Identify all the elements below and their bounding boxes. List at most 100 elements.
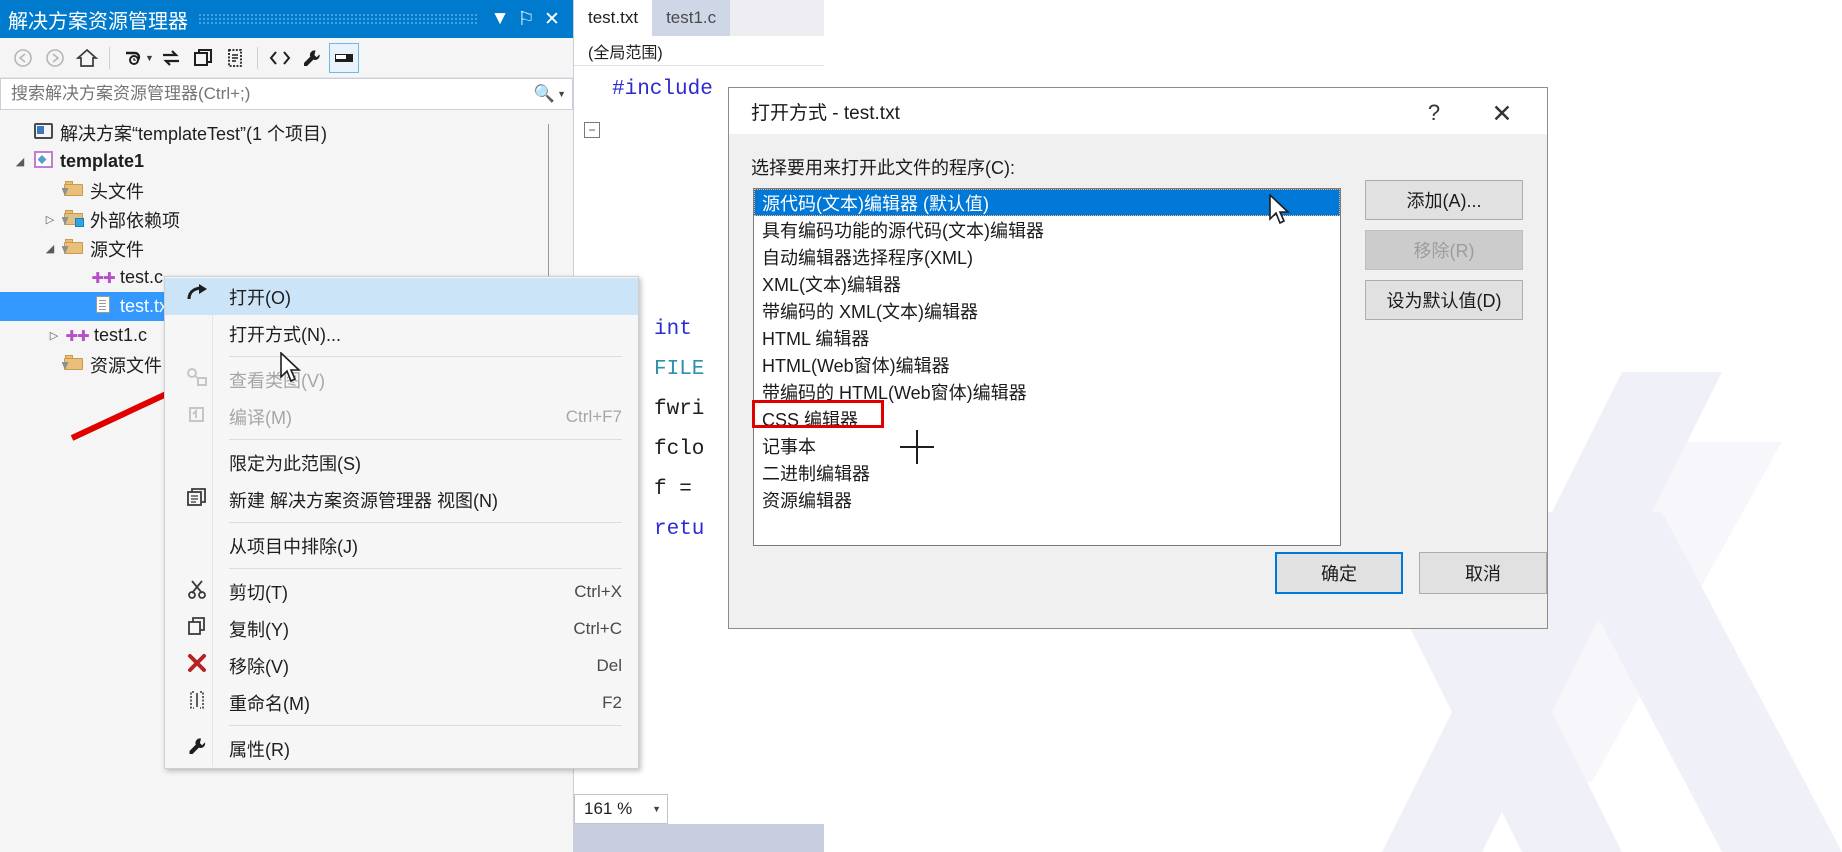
back-icon[interactable] — [8, 43, 38, 73]
list-item[interactable]: 源代码(文本)编辑器 (默认值) — [754, 189, 1340, 216]
menu-item-exclude-from-project[interactable]: 从项目中排除(J) — [165, 527, 638, 564]
statusbar-fill — [574, 824, 824, 852]
pending-changes-caret-icon[interactable]: ▼ — [145, 53, 154, 63]
set-as-default-button-label: 设为默认值(D) — [1386, 291, 1502, 311]
code-view-icon[interactable] — [265, 43, 295, 73]
text-file-icon — [90, 296, 116, 317]
menu-item-label: 限定为此范围(S) — [229, 453, 361, 474]
mouse-cursor — [280, 352, 302, 383]
menu-item-label: 打开(O) — [229, 287, 291, 308]
tree-item-label: 外部依赖项 — [90, 210, 180, 231]
program-listbox[interactable]: 源代码(文本)编辑器 (默认值) 具有编码功能的源代码(文本)编辑器 自动编辑器… — [753, 188, 1341, 546]
panel-title: 解决方案资源管理器 — [8, 10, 188, 33]
properties-page-icon[interactable] — [220, 43, 250, 73]
show-all-files-icon[interactable] — [188, 43, 218, 73]
collapse-toggle-icon[interactable]: − — [584, 122, 600, 138]
list-item[interactable]: HTML(Web窗体)编辑器 — [754, 351, 1340, 378]
titlebar-grip — [198, 13, 477, 25]
pending-changes-icon[interactable] — [117, 43, 147, 73]
tree-item-header-files[interactable]: 头文件 — [0, 176, 573, 205]
search-box[interactable]: 🔍 ▼ — [0, 78, 573, 110]
expander-icon[interactable]: ◢ — [40, 242, 60, 255]
menu-item-label: 重命名(M) — [229, 693, 310, 714]
set-as-default-button[interactable]: 设为默认值(D) — [1365, 280, 1523, 320]
panel-pin-icon[interactable]: ⚐ — [513, 4, 539, 34]
wrench-icon — [183, 735, 211, 763]
menu-separator — [229, 568, 622, 569]
folder-filter-icon — [60, 239, 86, 258]
cancel-button[interactable]: 取消 — [1419, 552, 1547, 594]
rename-icon — [183, 689, 211, 717]
list-item[interactable]: 自动编辑器选择程序(XML) — [754, 243, 1340, 270]
menu-item-open-with[interactable]: 打开方式(N)... — [165, 315, 638, 352]
tab-test1-c[interactable]: test1.c — [652, 0, 731, 36]
list-item[interactable]: XML(文本)编辑器 — [754, 270, 1340, 297]
menu-item-properties[interactable]: 属性(R) — [165, 730, 638, 767]
dialog-prompt-label: 选择要用来打开此文件的程序(C): — [751, 158, 1015, 178]
menu-item-cut[interactable]: 剪切(T) Ctrl+X — [165, 573, 638, 610]
menu-separator — [229, 522, 622, 523]
crosshair-cursor — [900, 430, 934, 464]
properties-icon[interactable] — [297, 43, 327, 73]
expander-icon[interactable]: ▷ — [40, 213, 60, 226]
expander-icon[interactable]: ◢ — [10, 155, 30, 168]
list-item[interactable]: 带编码的 XML(文本)编辑器 — [754, 297, 1340, 324]
panel-dropdown-icon[interactable]: ▼ — [487, 4, 513, 34]
folder-filter-icon — [60, 181, 86, 200]
menu-item-new-solution-explorer-view[interactable]: 新建 解决方案资源管理器 视图(N) — [165, 481, 638, 518]
add-button-label: 添加(A)... — [1406, 191, 1482, 211]
list-item[interactable]: 具有编码功能的源代码(文本)编辑器 — [754, 216, 1340, 243]
zoom-level-selector[interactable]: 161 % ▼ — [574, 794, 668, 824]
project-icon — [30, 151, 56, 172]
menu-separator — [229, 725, 622, 726]
search-input[interactable] — [9, 83, 534, 105]
tab-test-txt[interactable]: test.txt — [574, 0, 653, 36]
dialog-title: 打开方式 - test.txt — [751, 102, 900, 124]
menu-item-label: 查看类图(V) — [229, 370, 325, 391]
editor-statusbar: 161 % ▼ — [574, 794, 824, 824]
ok-button-label: 确定 — [1321, 564, 1357, 584]
chevron-down-icon[interactable]: ▼ — [652, 804, 661, 814]
scope-bar[interactable]: (全局范围) — [574, 36, 824, 66]
add-button[interactable]: 添加(A)... — [1365, 180, 1523, 220]
search-icon[interactable]: 🔍 — [534, 84, 555, 104]
copy-icon — [183, 615, 211, 643]
tree-item-label: 源文件 — [90, 239, 144, 260]
c-file-icon: ✚✚ — [91, 269, 115, 287]
list-item[interactable]: HTML 编辑器 — [754, 324, 1340, 351]
mouse-cursor-dialog — [1269, 194, 1291, 225]
menu-item-view-class-diagram: 查看类图(V) — [165, 361, 638, 398]
ok-button[interactable]: 确定 — [1275, 552, 1403, 594]
list-item[interactable]: 资源编辑器 — [754, 486, 1340, 513]
menu-item-label: 属性(R) — [229, 739, 290, 760]
scope-label: (全局范围) — [588, 44, 663, 62]
menu-item-rename[interactable]: 重命名(M) F2 — [165, 684, 638, 721]
tree-item-external-dependencies[interactable]: ▷ 外部依赖项 — [0, 205, 573, 234]
menu-item-open[interactable]: 打开(O) — [165, 278, 638, 315]
red-highlight-box — [752, 400, 884, 428]
tree-item-template1[interactable]: ◢ template1 — [0, 147, 573, 176]
menu-item-copy[interactable]: 复制(Y) Ctrl+C — [165, 610, 638, 647]
menu-item-shortcut: Ctrl+X — [574, 581, 622, 601]
tree-item-solution[interactable]: 解决方案“templateTest”(1 个项目) — [0, 118, 573, 147]
preview-selected-item-icon[interactable] — [328, 42, 359, 73]
zoom-level-value: 161 % — [584, 799, 633, 818]
context-menu[interactable]: 打开(O) 打开方式(N)... 查看类图(V) 编译(M) Ctrl+F7 限… — [164, 276, 639, 769]
sync-icon[interactable] — [156, 43, 186, 73]
menu-item-scope-to-this[interactable]: 限定为此范围(S) — [165, 444, 638, 481]
list-item-binary-editor[interactable]: 二进制编辑器 — [754, 459, 1340, 486]
toolbar-separator — [109, 46, 110, 69]
list-item[interactable]: 记事本 — [754, 432, 1340, 459]
editor-tabstrip: test.txt test1.c — [574, 0, 824, 36]
tree-item-source-files[interactable]: ◢ 源文件 — [0, 234, 573, 263]
forward-icon[interactable] — [40, 43, 70, 73]
close-icon[interactable]: ✕ — [1485, 99, 1519, 129]
folder-ext-icon — [60, 210, 86, 229]
help-icon[interactable]: ? — [1417, 100, 1451, 126]
panel-close-icon[interactable]: ✕ — [539, 4, 565, 34]
menu-item-remove[interactable]: 移除(V) Del — [165, 647, 638, 684]
home-icon[interactable] — [72, 43, 102, 73]
open-arrow-icon — [183, 283, 211, 310]
search-dropdown-icon[interactable]: ▼ — [557, 89, 566, 99]
solution-explorer-titlebar: 解决方案资源管理器 ▼ ⚐ ✕ — [0, 0, 573, 38]
